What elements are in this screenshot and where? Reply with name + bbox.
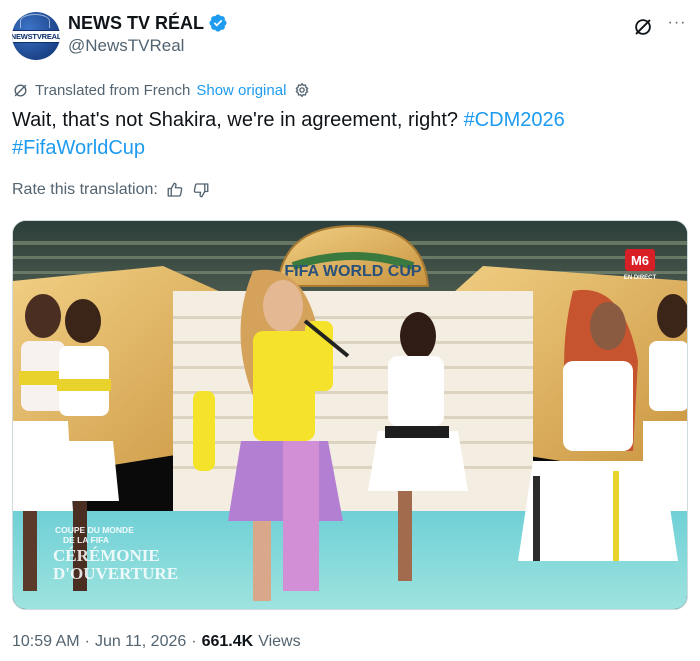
tweet-media[interactable]: FIFA WORLD CUP M6 EN DIRECT COUPE DU MON…	[12, 220, 688, 610]
translated-label: Translated from French	[35, 81, 191, 99]
channel-logo: M6	[631, 253, 649, 268]
trophy-text: FIFA WORLD CUP	[284, 263, 422, 280]
thumbs-up-icon[interactable]	[166, 181, 184, 199]
separator: ·	[84, 633, 90, 650]
channel-sub: EN DIRECT	[624, 275, 657, 281]
more-options-icon[interactable]: ···	[666, 14, 688, 36]
grok-icon[interactable]	[632, 16, 654, 38]
gear-icon[interactable]	[294, 82, 310, 98]
tweet-text: Wait, that's not Shakira, we're in agree…	[12, 106, 672, 162]
globe-icon	[20, 14, 50, 28]
views-label: Views	[258, 633, 301, 650]
tweet-body: Wait, that's not Shakira, we're in agree…	[12, 109, 458, 131]
avatar-label: NEWSTVREAL	[12, 30, 60, 43]
hashtag-link[interactable]: #FifaWorldCup	[12, 137, 145, 159]
separator: ·	[191, 633, 197, 650]
translation-notice: Translated from French Show original	[12, 79, 310, 101]
translate-icon	[14, 83, 27, 97]
overlay-line-3: CÉRÉMONIE	[53, 546, 160, 565]
overlay-line-4: D'OUVERTURE	[53, 564, 178, 583]
thumbs-down-icon[interactable]	[192, 181, 210, 199]
display-name[interactable]: NEWS TV RÉAL	[68, 13, 204, 34]
user-handle[interactable]: @NewsTVReal	[68, 36, 184, 56]
tweet-meta: 10:59 AM · Jun 11, 2026 · 661.4K Views	[12, 631, 301, 653]
name-row: NEWS TV RÉAL	[68, 12, 228, 34]
tweet-date[interactable]: Jun 11, 2026	[95, 633, 186, 651]
rate-label: Rate this translation:	[12, 181, 158, 198]
show-original-link[interactable]: Show original	[196, 82, 286, 99]
ceremony-photo: FIFA WORLD CUP M6 EN DIRECT COUPE DU MON…	[13, 221, 687, 609]
tweet-header: NEWSTVREAL NEWS TV RÉAL @NewsTVReal ···	[12, 10, 688, 62]
tweet-time[interactable]: 10:59 AM	[12, 633, 80, 651]
verified-badge-icon[interactable]	[208, 13, 228, 33]
avatar[interactable]: NEWSTVREAL	[12, 12, 60, 60]
rate-translation: Rate this translation:	[12, 178, 210, 202]
overlay-line-1: COUPE DU MONDE	[55, 525, 134, 535]
views-count: 661.4K	[201, 633, 254, 650]
hashtag-link[interactable]: #CDM2026	[464, 109, 565, 131]
overlay-line-2: DE LA FIFA	[63, 535, 109, 545]
